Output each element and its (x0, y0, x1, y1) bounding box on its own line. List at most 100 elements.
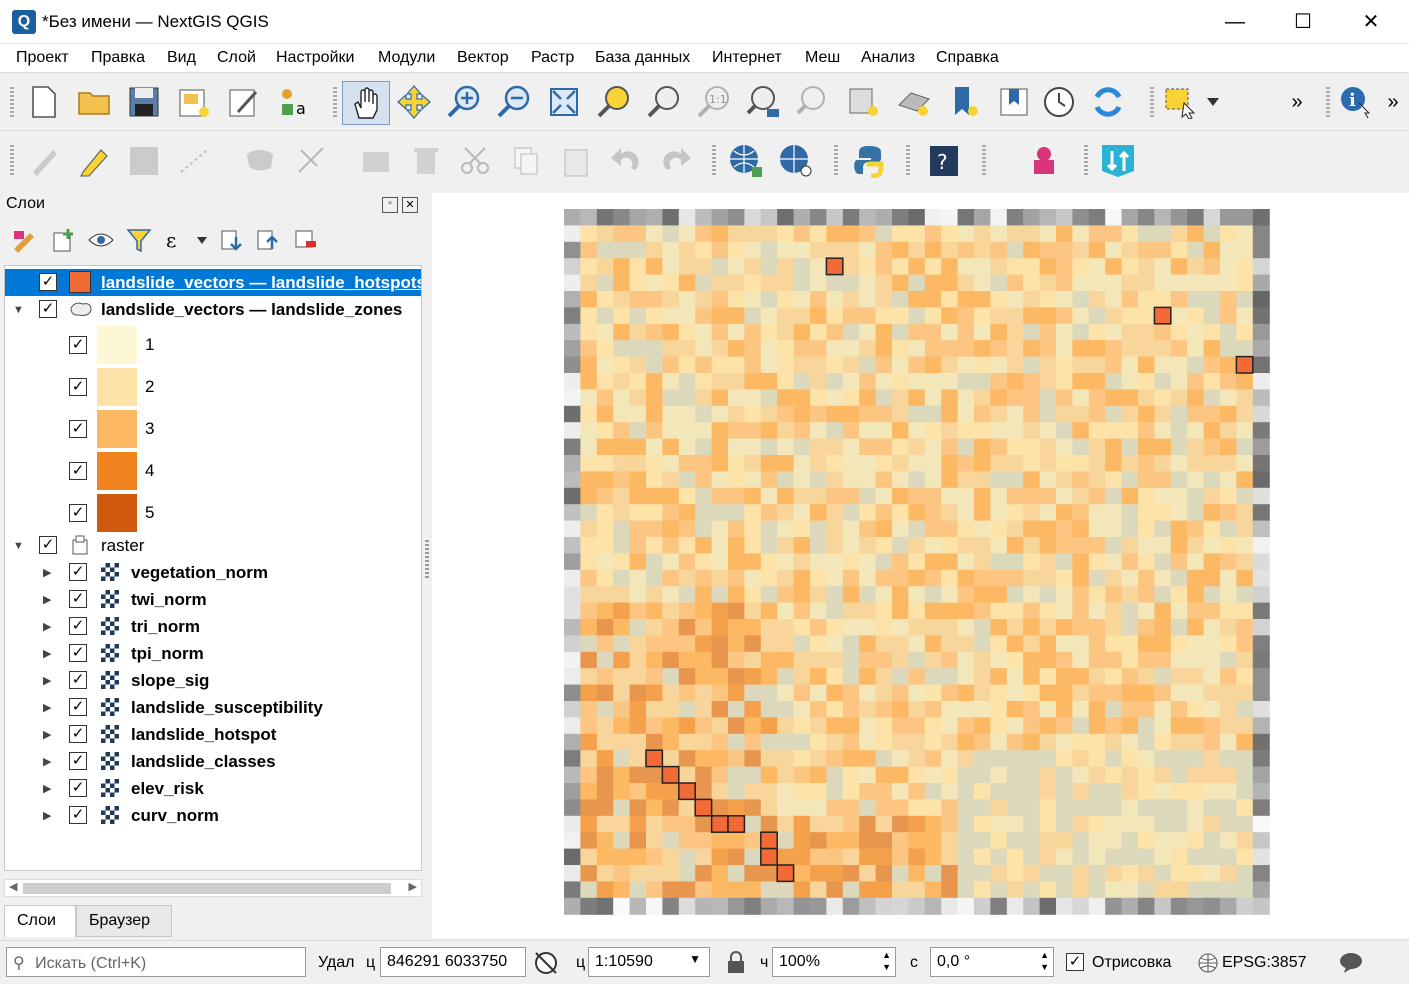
expand-arrow-icon[interactable]: ▶ (43, 674, 51, 687)
raster-layer-item[interactable]: ▶ ✓ tpi_norm (5, 640, 421, 667)
menu-help[interactable]: Справка (936, 49, 999, 67)
toolbar-grip[interactable] (1150, 87, 1154, 119)
menu-view[interactable]: Вид (167, 49, 196, 67)
style-manager-icon[interactable]: a (274, 82, 314, 122)
hotspot-polygon[interactable] (760, 831, 778, 850)
class-visibility-checkbox[interactable]: ✓ (69, 420, 87, 438)
python-console-icon[interactable] (850, 141, 890, 181)
cut-features-icon[interactable] (456, 141, 496, 181)
layer-visibility-checkbox[interactable]: ✓ (69, 752, 87, 770)
legend-class-item[interactable]: ✓ 3 (5, 408, 421, 450)
expand-arrow-icon[interactable]: ▶ (43, 782, 51, 795)
menu-web[interactable]: Интернет (712, 49, 782, 67)
expand-arrow-icon[interactable]: ▶ (43, 809, 51, 822)
show-bookmarks-icon[interactable] (994, 82, 1034, 122)
zoom-in-icon[interactable] (444, 82, 484, 122)
layer-visibility-checkbox[interactable]: ✓ (69, 563, 87, 581)
layer-item-hotspots[interactable]: ✓ landslide_vectors — landslide_hotspots (5, 269, 421, 296)
new-bookmark-icon[interactable] (944, 82, 984, 122)
raster-layer-item[interactable]: ▶ ✓ landslide_hotspot (5, 721, 421, 748)
scroll-left-icon[interactable]: ◀ (9, 880, 17, 893)
tab-browser[interactable]: Браузер (76, 905, 172, 937)
toolbar-grip[interactable] (834, 145, 838, 177)
menu-settings[interactable]: Настройки (276, 49, 354, 67)
add-wms-layer-icon[interactable] (726, 141, 766, 181)
hotspot-polygon[interactable] (694, 798, 713, 817)
expand-all-icon[interactable] (214, 223, 248, 257)
collapse-arrow-icon[interactable]: ▼ (13, 540, 24, 552)
save-edits-icon[interactable] (124, 141, 164, 181)
collapse-all-icon[interactable] (250, 223, 284, 257)
spinner-arrows-icon[interactable]: ▲ ▼ (1040, 949, 1049, 973)
expand-arrow-icon[interactable]: ▶ (43, 593, 51, 606)
layer-visibility-checkbox[interactable]: ✓ (69, 779, 87, 797)
layer-visibility-checkbox[interactable]: ✓ (69, 617, 87, 635)
modify-attributes-icon[interactable] (292, 141, 332, 181)
menu-project[interactable]: Проект (16, 49, 69, 67)
expand-arrow-icon[interactable]: ▶ (43, 755, 51, 768)
zoom-last-icon[interactable] (744, 82, 784, 122)
raster-layer-item[interactable]: ▶ ✓ vegetation_norm (5, 559, 421, 586)
panel-splitter[interactable] (425, 540, 429, 580)
layer-group-raster[interactable]: ▼ ✓ raster (5, 532, 421, 559)
layer-visibility-checkbox[interactable]: ✓ (69, 671, 87, 689)
undo-icon[interactable] (606, 141, 646, 181)
zoom-full-icon[interactable] (544, 82, 584, 122)
expand-arrow-icon[interactable]: ▶ (43, 701, 51, 714)
toolbar-grip[interactable] (982, 145, 986, 177)
expand-arrow-icon[interactable]: ▶ (43, 566, 51, 579)
toolbar-grip[interactable] (906, 145, 910, 177)
help-contents-icon[interactable]: ? (924, 141, 964, 181)
copy-features-icon[interactable] (506, 141, 546, 181)
toolbar-overflow-icon[interactable]: » (1282, 82, 1312, 122)
legend-class-item[interactable]: ✓ 1 (5, 324, 421, 366)
menu-layer[interactable]: Слой (217, 49, 256, 67)
layer-item-zones[interactable]: ▼ ✓ landslide_vectors — landslide_zones (5, 296, 421, 323)
class-visibility-checkbox[interactable]: ✓ (69, 462, 87, 480)
lock-scale-icon[interactable] (726, 951, 750, 975)
hotspot-polygon[interactable] (661, 765, 680, 784)
edits-icon[interactable] (24, 141, 64, 181)
messages-icon[interactable] (1338, 951, 1364, 975)
toolbar-grip[interactable] (712, 145, 716, 177)
legend-class-item[interactable]: ✓ 4 (5, 450, 421, 492)
new-print-layout-icon[interactable] (174, 82, 214, 122)
nextgis-plugin-icon[interactable] (1024, 141, 1064, 181)
refresh-icon[interactable] (1088, 82, 1128, 122)
hotspot-polygon[interactable] (1235, 355, 1254, 374)
new-project-icon[interactable] (24, 82, 64, 122)
pan-to-selection-icon[interactable] (394, 82, 434, 122)
group-visibility-checkbox[interactable]: ✓ (39, 536, 57, 554)
vertex-tool-icon[interactable] (240, 141, 280, 181)
add-group-icon[interactable] (46, 223, 80, 257)
quickmapservices-icon[interactable] (1098, 141, 1138, 181)
chevron-down-icon[interactable]: ▼ (689, 952, 701, 966)
maximize-button[interactable]: ☐ (1269, 0, 1337, 44)
class-visibility-checkbox[interactable]: ✓ (69, 378, 87, 396)
layout-manager-icon[interactable] (224, 82, 264, 122)
raster-layer-item[interactable]: ▶ ✓ curv_norm (5, 802, 421, 829)
raster-layer-item[interactable]: ▶ ✓ twi_norm (5, 586, 421, 613)
crs-globe-icon[interactable] (1198, 953, 1218, 973)
toolbar-grip[interactable] (10, 145, 14, 177)
expand-arrow-icon[interactable]: ▶ (43, 647, 51, 660)
hotspot-polygon[interactable] (825, 257, 844, 276)
locator-search-input[interactable]: ⚲ Искать (Ctrl+K) (6, 947, 306, 977)
raster-layer-item[interactable]: ▶ ✓ landslide_susceptibility (5, 694, 421, 721)
filter-legend-icon[interactable] (122, 223, 156, 257)
filter-by-expression-icon[interactable]: ε (160, 223, 194, 257)
toolbar-grip[interactable] (1326, 87, 1330, 119)
zoom-to-selection-icon[interactable] (594, 82, 634, 122)
hotspot-polygon[interactable] (727, 815, 746, 833)
layer-visibility-checkbox[interactable]: ✓ (39, 300, 57, 318)
layer-tree[interactable]: ✓ landslide_vectors — landslide_hotspots… (4, 265, 422, 871)
delete-selected-icon[interactable] (406, 141, 446, 181)
menu-vector[interactable]: Вектор (457, 49, 509, 67)
class-visibility-checkbox[interactable]: ✓ (69, 336, 87, 354)
metasearch-icon[interactable] (776, 141, 816, 181)
raster-layer-item[interactable]: ▶ ✓ tri_norm (5, 613, 421, 640)
minimize-button[interactable]: — (1201, 0, 1269, 44)
open-project-icon[interactable] (74, 82, 114, 122)
menu-plugins[interactable]: Модули (378, 49, 435, 67)
identify-features-icon[interactable]: i (1336, 82, 1376, 122)
